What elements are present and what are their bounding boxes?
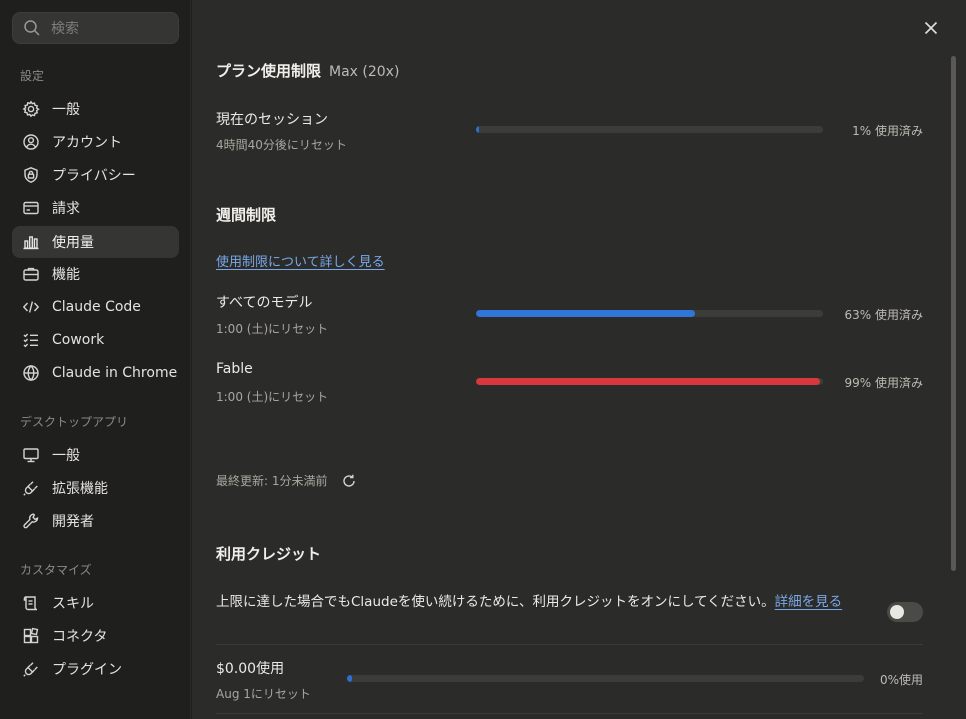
sidebar-item-claude-in-chrome[interactable]: Claude in Chrome xyxy=(12,357,179,389)
divider xyxy=(216,713,923,714)
credits-progress-bar xyxy=(347,675,864,682)
session-reset: 4時間40分後にリセット xyxy=(216,138,347,152)
blocks-icon xyxy=(23,627,39,644)
sidebar-item-label: Cowork xyxy=(52,332,105,348)
sidebar-item-label: コネクタ xyxy=(52,629,108,645)
sidebar-item-label: 一般 xyxy=(52,448,80,464)
credits-progress-fill xyxy=(347,675,353,682)
all-models-progress-fill xyxy=(476,310,695,317)
toggle-knob xyxy=(890,605,904,619)
plug-icon xyxy=(23,481,38,496)
sidebar-item-skills[interactable]: スキル xyxy=(12,587,179,619)
user-circle-icon xyxy=(23,134,39,150)
usage-panel: プラン使用制限 Max (20x) 現在のセッション 4時間40分後にリセット … xyxy=(192,0,966,719)
sidebar-item-extensions[interactable]: 拡張機能 xyxy=(12,472,179,504)
wrench-icon xyxy=(23,513,39,529)
sidebar-item-account[interactable]: アカウント xyxy=(12,126,179,158)
sidebar-item-label: 一般 xyxy=(52,102,80,118)
sidebar-item-cowork[interactable]: Cowork xyxy=(12,324,179,356)
all-models-title: すべてのモデル xyxy=(216,295,313,311)
globe-icon xyxy=(23,365,39,381)
sidebar-item-label: 拡張機能 xyxy=(52,481,108,497)
sidebar-item-label: プライバシー xyxy=(52,168,136,184)
all-models-reset: 1:00 (土)にリセット xyxy=(216,322,329,336)
sidebar-item-claude-code[interactable]: Claude Code xyxy=(12,291,179,323)
monitor-icon xyxy=(23,448,39,463)
code-icon xyxy=(22,301,40,313)
search-input[interactable]: 検索 xyxy=(12,12,179,44)
sidebar-item-general[interactable]: 一般 xyxy=(12,93,179,125)
credits-reset: Aug 1にリセット xyxy=(216,687,311,701)
search-placeholder: 検索 xyxy=(51,21,79,37)
sidebar-item-developer[interactable]: 開発者 xyxy=(12,505,179,537)
fable-title: Fable xyxy=(216,361,253,377)
section-label-desktop-app: デスクトップアプリ xyxy=(20,415,129,429)
fable-progress-fill xyxy=(476,378,820,385)
sidebar-item-billing[interactable]: 請求 xyxy=(12,192,179,224)
all-models-percent: 63% 使用済み xyxy=(844,308,924,322)
section-label-customize: カスタマイズ xyxy=(20,563,92,577)
gear-icon xyxy=(22,100,40,118)
learn-more-link[interactable]: 使用制限について詳しく見る xyxy=(216,251,385,270)
section-label-settings: 設定 xyxy=(20,69,45,83)
sidebar-item-label: Claude in Chrome xyxy=(52,365,178,381)
credits-used-title: $0.00使用 xyxy=(216,661,285,677)
fable-reset: 1:00 (土)にリセット xyxy=(216,390,329,404)
bar-chart-icon xyxy=(23,236,39,250)
session-title: 現在のセッション xyxy=(216,112,328,128)
credits-details-link[interactable]: 詳細を見る xyxy=(775,594,843,610)
scroll-icon xyxy=(23,596,38,611)
sidebar-item-usage[interactable]: 使用量 xyxy=(12,226,179,258)
fable-percent: 99% 使用済み xyxy=(844,376,924,390)
all-models-progress-bar xyxy=(476,310,823,317)
plugin-icon xyxy=(23,662,38,677)
scrollbar[interactable] xyxy=(951,56,956,571)
sidebar-item-features[interactable]: 機能 xyxy=(12,258,179,290)
shield-lock-icon xyxy=(24,167,38,183)
sidebar-item-desktop-general[interactable]: 一般 xyxy=(12,439,179,471)
sidebar-item-label: スキル xyxy=(52,596,94,612)
sidebar-item-label: Claude Code xyxy=(52,299,141,315)
search-icon xyxy=(24,20,40,36)
settings-sidebar: 検索 設定 一般 アカウント プライバシー 請求 使用量 機能 Claude C… xyxy=(0,0,191,719)
plan-tier: Max (20x) xyxy=(329,64,400,80)
session-percent: 1% 使用済み xyxy=(852,124,923,138)
sidebar-item-privacy[interactable]: プライバシー xyxy=(12,159,179,191)
sidebar-item-label: 請求 xyxy=(52,201,80,217)
close-icon[interactable] xyxy=(922,19,940,37)
last-updated-text: 最終更新: 1分未満前 xyxy=(216,474,328,488)
checklist-icon xyxy=(23,333,38,348)
refresh-icon[interactable] xyxy=(342,474,356,488)
plan-title: プラン使用制限 xyxy=(216,62,322,80)
session-progress-bar xyxy=(476,126,823,133)
credits-title: 利用クレジット xyxy=(216,545,322,563)
sidebar-item-connectors[interactable]: コネクタ xyxy=(12,620,179,652)
credit-card-icon xyxy=(23,201,39,215)
sidebar-item-plugins[interactable]: プラグイン xyxy=(12,653,179,685)
sidebar-item-label: プラグイン xyxy=(52,662,122,678)
last-updated: 最終更新: 1分未満前 xyxy=(216,472,356,489)
weekly-title: 週間制限 xyxy=(216,206,277,224)
sidebar-item-label: 開発者 xyxy=(52,514,94,530)
briefcase-icon xyxy=(23,267,39,281)
session-progress-fill xyxy=(476,126,480,133)
credits-toggle[interactable] xyxy=(887,602,923,622)
credits-description-text: 上限に達した場合でもClaudeを使い続けるために、利用クレジットをオンにしてく… xyxy=(216,594,775,610)
plan-header: プラン使用制限 Max (20x) xyxy=(216,60,399,81)
sidebar-item-label: アカウント xyxy=(52,135,122,151)
credits-description: 上限に達した場合でもClaudeを使い続けるために、利用クレジットをオンにしてく… xyxy=(216,592,856,613)
fable-progress-bar xyxy=(476,378,823,385)
sidebar-item-label: 使用量 xyxy=(52,235,94,251)
credits-percent: 0%使用 xyxy=(879,673,923,687)
divider xyxy=(216,644,923,645)
sidebar-item-label: 機能 xyxy=(52,267,80,283)
